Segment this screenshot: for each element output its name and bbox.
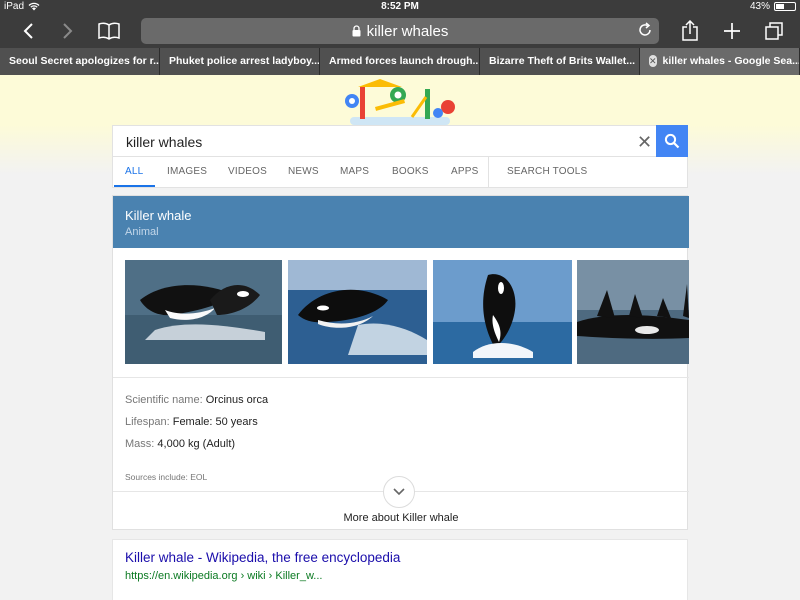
battery-icon: [774, 2, 796, 11]
knowledge-panel-header[interactable]: Killer whale Animal: [113, 196, 689, 248]
url-text: killer whales: [366, 22, 449, 40]
result-title-link[interactable]: Killer whale - Wikipedia, the free encyc…: [125, 550, 400, 565]
more-about-link[interactable]: More about Killer whale: [113, 512, 689, 524]
close-tab-icon[interactable]: ✕: [649, 55, 657, 67]
chevron-down-icon: [393, 488, 405, 496]
reload-icon[interactable]: [637, 22, 653, 38]
status-bar: iPad 8:52 PM 43%: [0, 0, 800, 14]
entity-type: Animal: [125, 226, 159, 238]
fact-scientific-name: Scientific name: Orcinus orca: [125, 394, 268, 406]
tab-label: Armed forces launch drough...: [329, 55, 480, 67]
lock-icon: [352, 25, 361, 37]
fact-value: Female: 50 years: [172, 416, 258, 428]
result-url[interactable]: https://en.wikipedia.org › wiki › Killer…: [125, 570, 322, 582]
tab-strip: Seoul Secret apologizes for r... Phuket …: [0, 48, 800, 75]
tab-apps[interactable]: APPS: [451, 166, 478, 177]
address-bar[interactable]: killer whales: [141, 18, 659, 44]
nav-divider: [488, 157, 489, 188]
fact-mass: Mass: 4,000 kg (Adult): [125, 438, 235, 450]
search-box[interactable]: killer whales ✕: [112, 125, 688, 157]
back-icon: [23, 23, 33, 39]
share-button[interactable]: [676, 18, 704, 44]
orca-image[interactable]: [577, 260, 689, 364]
search-icon: [664, 133, 680, 149]
divider: [113, 377, 689, 378]
bookmarks-icon: [98, 22, 120, 40]
tab-label: killer whales - Google Sea...: [662, 55, 800, 67]
sources-note: Sources include: EOL: [125, 472, 208, 482]
battery-percent: 43%: [749, 1, 770, 12]
tab-label: Bizarre Theft of Brits Wallet...: [489, 55, 636, 67]
tab-news[interactable]: NEWS: [288, 166, 319, 177]
browser-toolbar: killer whales: [0, 14, 800, 48]
battery-fill: [776, 4, 784, 9]
share-icon: [682, 20, 698, 41]
tab-all[interactable]: ALL: [125, 166, 143, 177]
tab[interactable]: Bizarre Theft of Brits Wallet...: [480, 48, 640, 75]
tabs-icon: [765, 22, 783, 40]
forward-button[interactable]: [54, 18, 82, 44]
orca-image[interactable]: [433, 260, 572, 364]
new-tab-icon: [724, 23, 740, 39]
tab[interactable]: Seoul Secret apologizes for r...: [0, 48, 160, 75]
active-tab-indicator: [114, 185, 155, 187]
tabs-button[interactable]: [760, 18, 788, 44]
fact-value: 4,000 kg (Adult): [157, 438, 236, 450]
fact-key: Scientific name:: [125, 394, 203, 406]
tab-label: Phuket police arrest ladyboy...: [169, 55, 320, 67]
tab-images[interactable]: IMAGES: [167, 166, 207, 177]
google-doodle[interactable]: [330, 77, 470, 127]
expand-button[interactable]: [383, 476, 415, 508]
search-result: Killer whale - Wikipedia, the free encyc…: [112, 539, 688, 600]
clear-icon[interactable]: ✕: [637, 132, 652, 153]
tab-videos[interactable]: VIDEOS: [228, 166, 267, 177]
tab-maps[interactable]: MAPS: [340, 166, 369, 177]
fact-key: Lifespan:: [125, 416, 170, 428]
search-button[interactable]: [656, 125, 688, 157]
bookmarks-button[interactable]: [95, 18, 123, 44]
fact-lifespan: Lifespan: Female: 50 years: [125, 416, 258, 428]
tab-books[interactable]: BOOKS: [392, 166, 429, 177]
fact-key: Mass:: [125, 438, 155, 450]
page-content: killer whales ✕ ALL IMAGES VIDEOS NEWS M…: [0, 75, 800, 600]
knowledge-panel: Killer whale Animal Scientific name: Orc…: [112, 195, 689, 530]
tab-search-tools[interactable]: SEARCH TOOLS: [507, 166, 587, 177]
fact-value: Orcinus orca: [205, 394, 269, 406]
status-right: 43%: [750, 1, 796, 12]
tab[interactable]: Armed forces launch drough...: [320, 48, 480, 75]
search-query[interactable]: killer whales: [126, 134, 202, 150]
orca-image[interactable]: [125, 260, 282, 364]
clock: 8:52 PM: [381, 1, 419, 12]
forward-icon: [63, 23, 73, 39]
search-tabs: ALL IMAGES VIDEOS NEWS MAPS BOOKS APPS S…: [112, 157, 688, 188]
entity-title[interactable]: Killer whale: [125, 208, 191, 223]
tab[interactable]: Phuket police arrest ladyboy...: [160, 48, 320, 75]
tab-label: Seoul Secret apologizes for r...: [9, 55, 160, 67]
tab-active[interactable]: ✕ killer whales - Google Sea...: [640, 48, 800, 75]
back-button[interactable]: [14, 18, 42, 44]
orca-image[interactable]: [288, 260, 427, 364]
new-tab-button[interactable]: [718, 18, 746, 44]
